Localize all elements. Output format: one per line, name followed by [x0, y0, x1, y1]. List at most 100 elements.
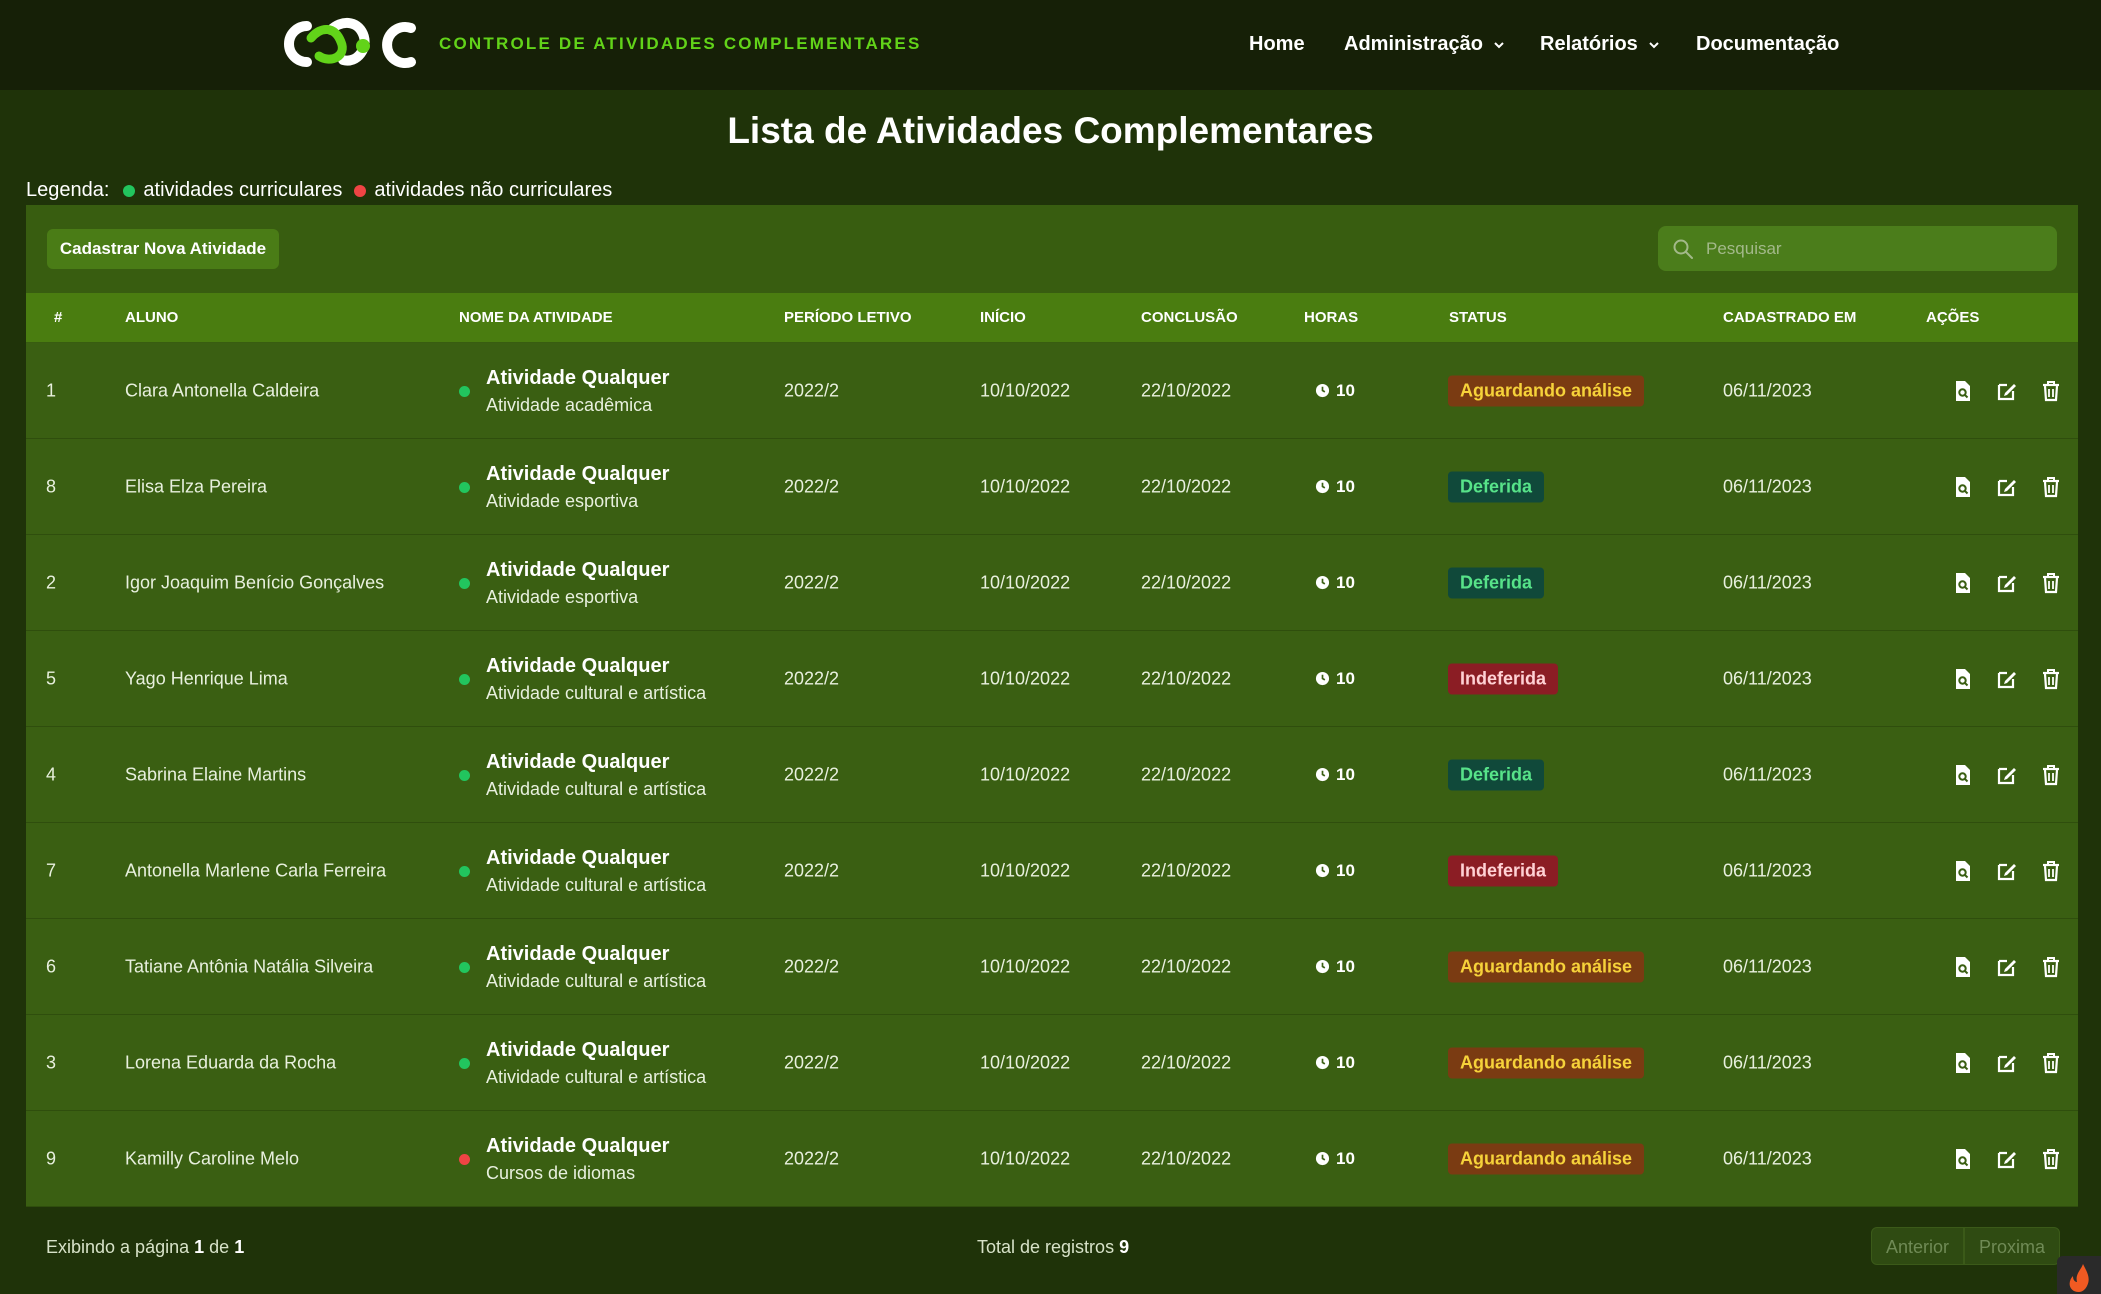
edit-icon[interactable] — [1995, 379, 2019, 403]
view-icon[interactable] — [1951, 1147, 1975, 1171]
clock-icon — [1315, 767, 1330, 782]
row-created: 06/11/2023 — [1723, 764, 1812, 784]
row-hours-value: 10 — [1336, 380, 1355, 400]
trash-icon[interactable] — [2039, 571, 2063, 595]
row-student: Lorena Eduarda da Rocha — [125, 1052, 337, 1072]
row-end: 22/10/2022 — [1141, 476, 1232, 496]
row-start: 10/10/2022 — [980, 1148, 1071, 1168]
row-period: 2022/2 — [784, 668, 840, 688]
curricular-dot-icon — [459, 866, 470, 877]
header-inicio: INÍCIO — [980, 309, 1026, 326]
view-icon[interactable] — [1951, 475, 1975, 499]
edit-icon[interactable] — [1995, 1147, 2019, 1171]
view-icon[interactable] — [1951, 379, 1975, 403]
trash-icon[interactable] — [2039, 763, 2063, 787]
row-activity-name: Atividade Qualquer — [486, 655, 670, 677]
row-id: 8 — [46, 476, 57, 496]
row-activity-type: Atividade acadêmica — [486, 395, 653, 415]
chevron-down-icon — [1649, 41, 1659, 48]
trash-icon[interactable] — [2039, 955, 2063, 979]
chevron-down-icon — [1494, 41, 1504, 48]
logo-icon[interactable] — [271, 16, 425, 72]
table-row[interactable]: 5 Yago Henrique Lima Atividade Qualquer Ati… — [26, 631, 2078, 727]
fire-icon[interactable] — [2057, 1256, 2101, 1294]
total-value: 9 — [1119, 1237, 1130, 1257]
view-icon[interactable] — [1951, 571, 1975, 595]
clock-icon — [1315, 671, 1330, 686]
row-actions — [1951, 571, 2063, 595]
edit-icon[interactable] — [1995, 955, 2019, 979]
trash-icon[interactable] — [2039, 379, 2063, 403]
row-activity-name: Atividade Qualquer — [486, 463, 670, 485]
row-hours: 10 — [1315, 573, 1355, 593]
trash-icon[interactable] — [2039, 1147, 2063, 1171]
view-icon[interactable] — [1951, 763, 1975, 787]
search-icon — [1673, 239, 1693, 259]
header-acoes: AÇÕES — [1926, 309, 1980, 326]
trash-icon[interactable] — [2039, 667, 2063, 691]
non-curricular-dot-icon — [459, 1154, 470, 1165]
table-row[interactable]: 1 Clara Antonella Caldeira Atividade Qualq… — [26, 343, 2078, 439]
nav-home[interactable]: Home — [1249, 33, 1305, 56]
page-total: 1 — [234, 1237, 245, 1257]
edit-icon[interactable] — [1995, 1051, 2019, 1075]
edit-icon[interactable] — [1995, 475, 2019, 499]
row-actions — [1951, 955, 2063, 979]
table-row[interactable]: 7 Antonella Marlene Carla Ferreira Ativida… — [26, 823, 2078, 919]
edit-icon[interactable] — [1995, 571, 2019, 595]
page-of: de — [209, 1237, 230, 1257]
row-start: 10/10/2022 — [980, 668, 1071, 688]
table-row[interactable]: 8 Elisa Elza Pereira Atividade Qualquer Ati… — [26, 439, 2078, 535]
status-badge: Indeferida — [1448, 855, 1559, 886]
row-start: 10/10/2022 — [980, 572, 1071, 592]
nav-relatorios[interactable]: Relatórios — [1540, 33, 1660, 56]
view-icon[interactable] — [1951, 859, 1975, 883]
brand-title: CONTROLE DE ATIVIDADES COMPLEMENTARES — [439, 34, 922, 53]
row-end: 22/10/2022 — [1141, 764, 1232, 784]
header-cadastrado: CADASTRADO EM — [1723, 309, 1857, 326]
row-created: 06/11/2023 — [1723, 476, 1812, 496]
header-conclusao: CONCLUSÃO — [1141, 309, 1238, 326]
legend: Legenda: atividades curriculares ativida… — [26, 179, 612, 202]
table-row[interactable]: 4 Sabrina Elaine Martins Atividade Qualque… — [26, 727, 2078, 823]
status-badge: Aguardando análise — [1448, 951, 1645, 982]
table-row[interactable]: 3 Lorena Eduarda da Rocha Atividade Qualqu… — [26, 1015, 2078, 1111]
view-icon[interactable] — [1951, 955, 1975, 979]
row-created: 06/11/2023 — [1723, 1052, 1812, 1072]
row-hours-value: 10 — [1336, 476, 1355, 496]
row-end: 22/10/2022 — [1141, 956, 1232, 976]
table-row[interactable]: 9 Kamilly Caroline Melo Atividade Qualquer… — [26, 1111, 2078, 1207]
nav-administracao[interactable]: Administração — [1344, 33, 1505, 56]
nav-documentacao[interactable]: Documentação — [1696, 33, 1839, 56]
row-id: 4 — [46, 764, 57, 784]
row-student: Kamilly Caroline Melo — [125, 1148, 300, 1168]
trash-icon[interactable] — [2039, 1051, 2063, 1075]
row-student: Tatiane Antônia Natália Silveira — [125, 956, 374, 976]
edit-icon[interactable] — [1995, 859, 2019, 883]
view-icon[interactable] — [1951, 1051, 1975, 1075]
row-student: Elisa Elza Pereira — [125, 476, 268, 496]
row-hours: 10 — [1315, 1149, 1355, 1169]
edit-icon[interactable] — [1995, 763, 2019, 787]
status-badge: Deferida — [1448, 471, 1545, 502]
prev-page-button[interactable]: Anterior — [1871, 1227, 1965, 1265]
row-actions — [1951, 859, 2063, 883]
edit-icon[interactable] — [1995, 667, 2019, 691]
add-activity-button[interactable]: Cadastrar Nova Atividade — [47, 229, 279, 269]
view-icon[interactable] — [1951, 667, 1975, 691]
row-actions — [1951, 1051, 2063, 1075]
header-status: STATUS — [1449, 309, 1507, 326]
curricular-dot-icon — [459, 386, 470, 397]
row-hours: 10 — [1315, 381, 1355, 401]
row-end: 22/10/2022 — [1141, 668, 1232, 688]
row-activity-name: Atividade Qualquer — [486, 559, 670, 581]
table-row[interactable]: 6 Tatiane Antônia Natália Silveira Ativida… — [26, 919, 2078, 1015]
next-page-button[interactable]: Proxima — [1964, 1227, 2061, 1265]
table-row[interactable]: 2 Igor Joaquim Benício Gonçalves Atividade… — [26, 535, 2078, 631]
row-activity-type: Atividade esportiva — [486, 587, 639, 607]
search-box[interactable] — [1658, 226, 2057, 271]
trash-icon[interactable] — [2039, 859, 2063, 883]
row-id: 1 — [46, 380, 57, 400]
search-input[interactable] — [1706, 226, 2046, 271]
trash-icon[interactable] — [2039, 475, 2063, 499]
